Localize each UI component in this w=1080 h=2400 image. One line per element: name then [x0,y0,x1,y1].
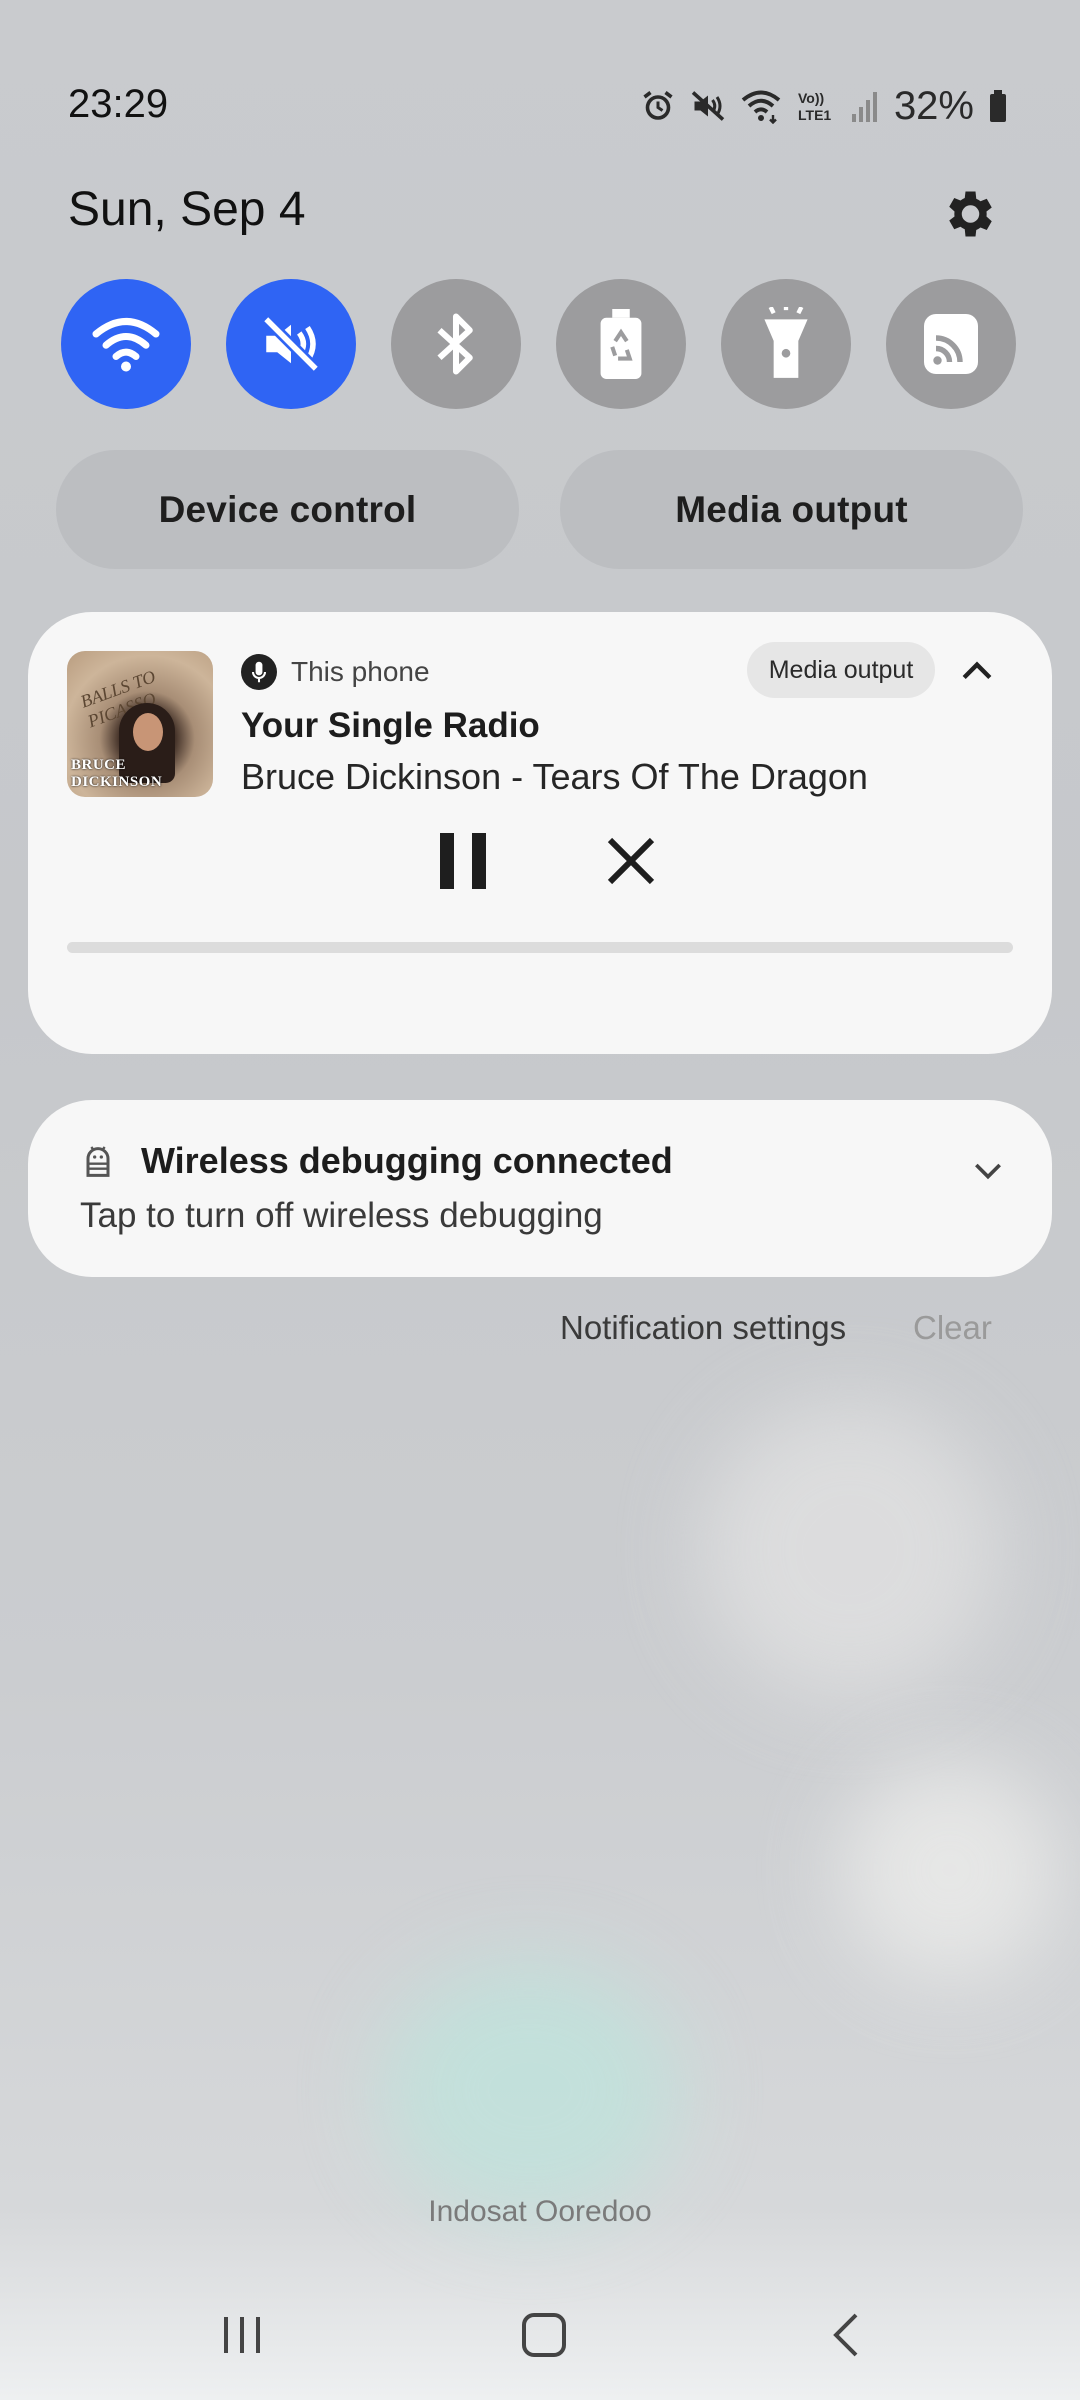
pause-button[interactable] [426,824,500,898]
album-art: BALLS TO PICASSO BRUCE DICKINSON [67,651,213,797]
date: Sun, Sep 4 [68,183,306,236]
back-icon [833,2313,858,2357]
media-source: This phone [291,656,430,687]
volte-lte-icon: Vo))LTE1 [798,90,831,123]
svg-text:LTE1: LTE1 [798,107,831,123]
microphone-icon [241,654,277,690]
gear-icon[interactable] [938,184,998,244]
media-progress-bar[interactable] [67,942,1013,953]
battery-percent: 32% [893,83,974,128]
cast-tile[interactable] [886,279,1016,409]
wireless-debugging-notification[interactable]: Wireless debugging connected Tap to turn… [28,1100,1052,1277]
home-icon [522,2313,566,2357]
bluetooth-tile[interactable] [391,279,521,409]
wifi-tile[interactable] [61,279,191,409]
close-icon [607,837,655,885]
media-output-chip[interactable]: Media output [747,642,935,698]
wifi-icon [92,318,160,372]
home-button[interactable] [494,2300,594,2370]
signal-icon [851,92,877,122]
media-output-label: Media output [675,488,908,530]
media-title: Your Single Radio [241,706,540,745]
battery-icon [990,90,1006,122]
svg-text:Vo)): Vo)) [798,90,824,106]
chevron-down-icon[interactable] [968,1150,1008,1190]
flashlight-icon [764,307,808,378]
notification-settings-button[interactable]: Notification settings [560,1309,846,1347]
album-artist-text: BRUCE DICKINSON [71,757,163,790]
device-control-label: Device control [158,488,417,530]
recents-button[interactable] [192,2300,292,2370]
wifi-icon [741,90,781,124]
notification-body: Tap to turn off wireless debugging [80,1196,603,1235]
cast-icon [924,314,978,374]
carrier-label: Indosat Ooredoo [428,2195,652,2228]
alarm-icon [643,91,673,120]
back-button[interactable] [796,2300,896,2370]
mute-icon [691,91,725,121]
status-icons: Vo)) LTE1 32% [640,82,1008,130]
battery-saver-icon [600,309,642,379]
media-player-card[interactable]: BALLS TO PICASSO BRUCE DICKINSON This ph… [28,612,1052,1054]
bluetooth-icon [437,313,473,375]
media-output-button[interactable]: Media output [560,450,1023,569]
clear-button[interactable]: Clear [913,1309,992,1347]
power-saving-tile[interactable] [556,279,686,409]
status-time: 23:29 [68,82,169,126]
android-debug-icon [78,1142,118,1182]
close-button[interactable] [594,824,668,898]
recents-icon [224,2317,260,2353]
notification-title: Wireless debugging connected [141,1140,673,1181]
chevron-up-icon[interactable] [955,650,999,694]
sound-tile[interactable] [226,279,356,409]
device-control-button[interactable]: Device control [56,450,519,569]
mute-icon [262,315,320,373]
pause-icon [440,833,486,889]
flashlight-tile[interactable] [721,279,851,409]
media-subtitle: Bruce Dickinson - Tears Of The Dragon [241,756,868,797]
